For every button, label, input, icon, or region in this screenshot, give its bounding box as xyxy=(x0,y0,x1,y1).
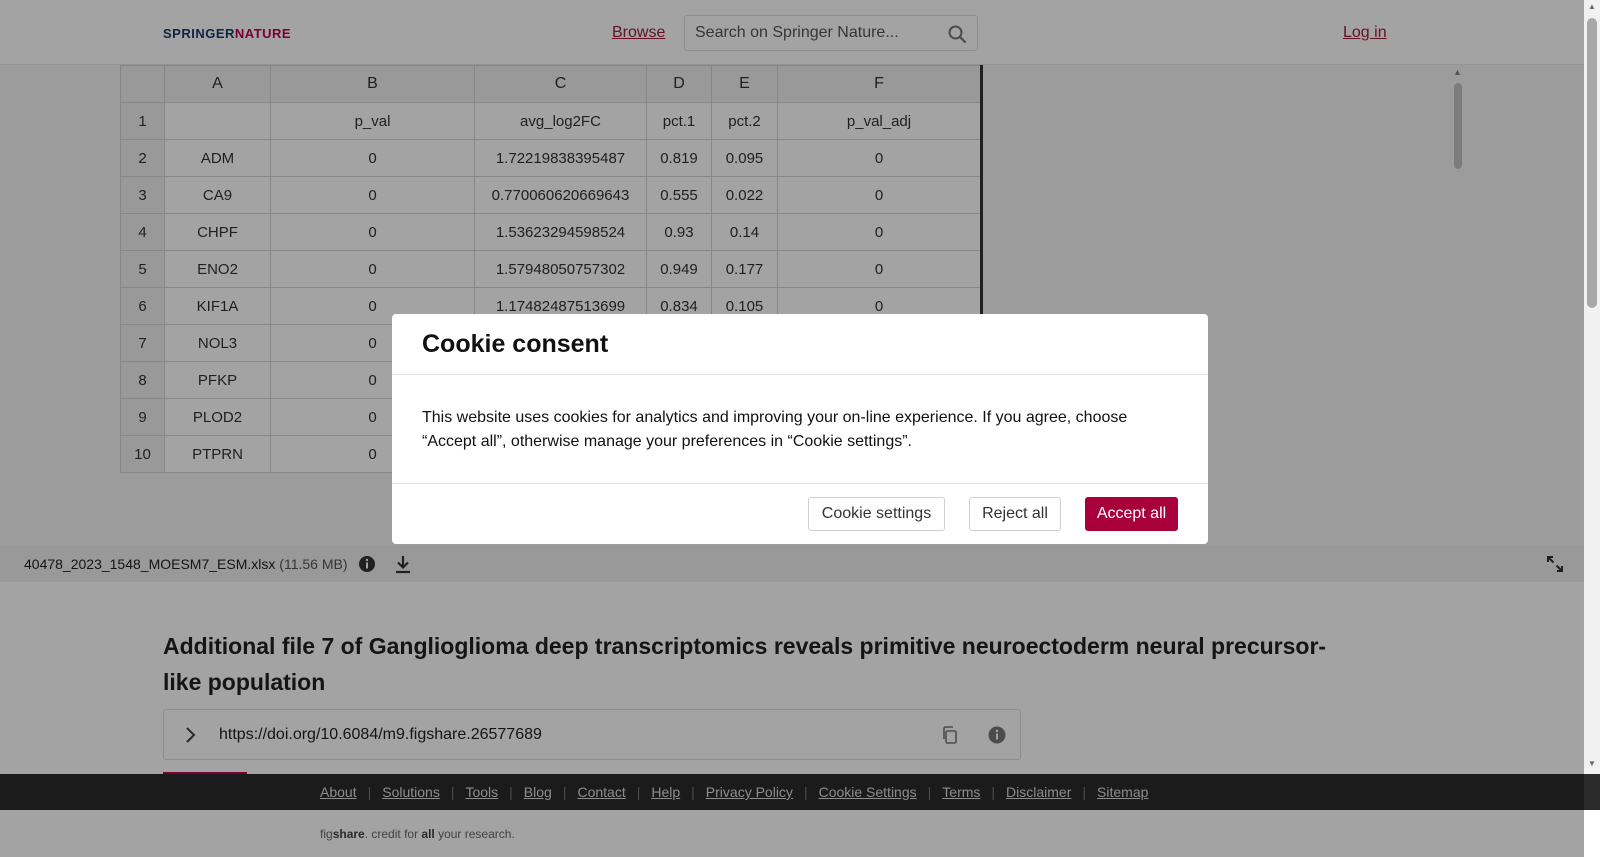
cookie-settings-button[interactable]: Cookie settings xyxy=(808,497,945,531)
reject-all-button[interactable]: Reject all xyxy=(969,497,1061,531)
page-scrollbar[interactable]: ▲ ▼ xyxy=(1584,0,1600,774)
modal-divider xyxy=(392,374,1208,375)
accept-all-button[interactable]: Accept all xyxy=(1085,497,1178,531)
scroll-up-icon[interactable]: ▲ xyxy=(1588,2,1596,11)
cookie-consent-dialog: Cookie consent This website uses cookies… xyxy=(392,314,1208,544)
modal-body: This website uses cookies for analytics … xyxy=(422,409,1128,450)
modal-title: Cookie consent xyxy=(422,330,609,358)
modal-divider xyxy=(392,483,1208,484)
page-scrollbar-thumb[interactable] xyxy=(1587,18,1597,308)
scroll-down-icon[interactable]: ▼ xyxy=(1588,759,1596,768)
